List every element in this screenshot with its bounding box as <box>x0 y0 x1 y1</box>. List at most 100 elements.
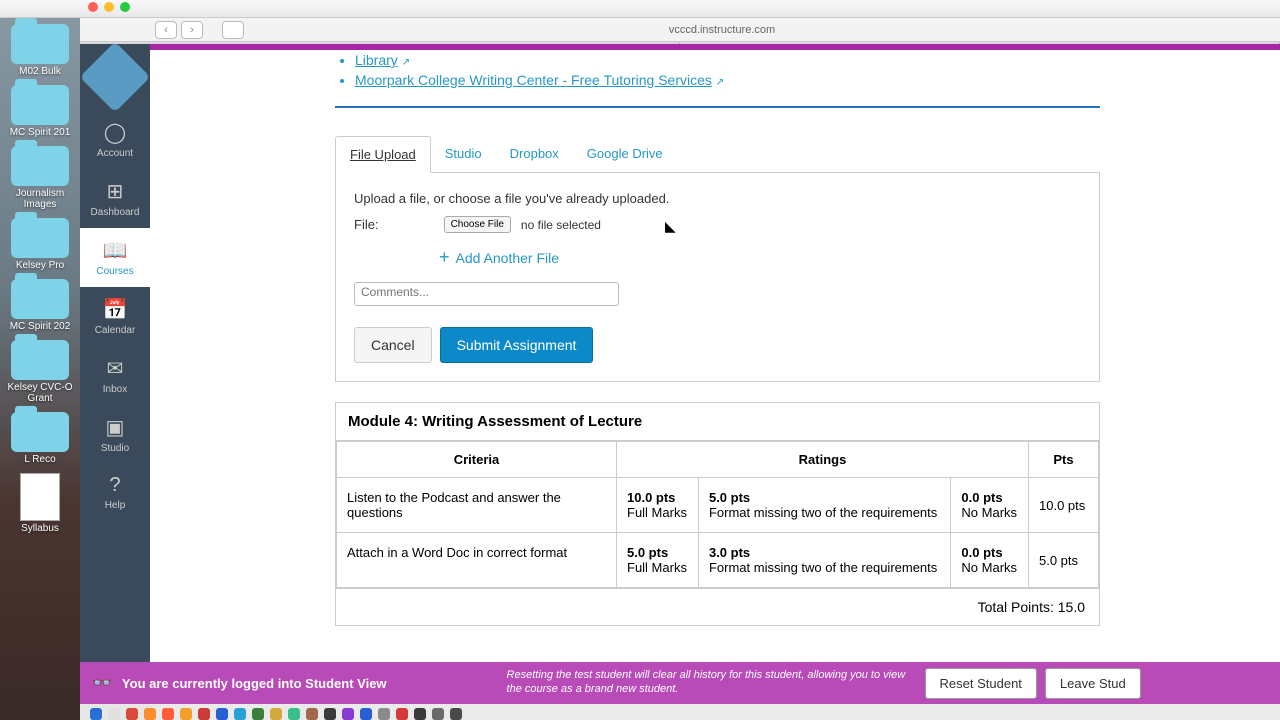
rubric-header: Criteria <box>337 442 617 478</box>
rubric-rating: 0.0 ptsNo Marks <box>951 478 1029 533</box>
upload-panel: Upload a file, or choose a file you've a… <box>335 173 1100 382</box>
nav-help[interactable]: ?Help <box>80 464 150 521</box>
dock-app-icon[interactable] <box>198 708 210 720</box>
dock-app-icon[interactable] <box>126 708 138 720</box>
rubric-criteria: Attach in a Word Doc in correct format <box>337 533 617 588</box>
cancel-button[interactable]: Cancel <box>354 327 432 363</box>
dock-app-icon[interactable] <box>306 708 318 720</box>
dock-app-icon[interactable] <box>144 708 156 720</box>
desktop-folder[interactable] <box>11 146 69 186</box>
student-view-msg: Resetting the test student will clear al… <box>507 669 917 697</box>
back-button[interactable]: ‹ <box>155 21 177 39</box>
dashboard-icon: ⊞ <box>80 179 150 204</box>
dock-app-icon[interactable] <box>270 708 282 720</box>
browser-toolbar: ‹ › vcccd.instructure.com <box>0 18 1280 42</box>
desktop-folder-label: L Reco <box>0 454 80 465</box>
link-writing-center[interactable]: Moorpark College Writing Center - Free T… <box>355 72 712 88</box>
rubric-pts: 10.0 pts <box>1029 478 1099 533</box>
desktop-folder[interactable] <box>11 412 69 452</box>
student-view-bar: 👓 You are currently logged into Student … <box>80 662 1280 704</box>
upload-tabs: File UploadStudioDropboxGoogle Drive <box>335 136 1100 173</box>
add-another-file[interactable]: + Add Another File <box>439 247 1081 268</box>
upload-tab-google-drive[interactable]: Google Drive <box>573 136 677 172</box>
reset-student-button[interactable]: Reset Student <box>925 668 1037 699</box>
rubric-title: Module 4: Writing Assessment of Lecture <box>336 403 1099 441</box>
leave-student-button[interactable]: Leave Stud <box>1045 668 1141 699</box>
dock-app-icon[interactable] <box>360 708 372 720</box>
dock-app-icon[interactable] <box>450 708 462 720</box>
mac-titlebar <box>0 0 1280 18</box>
canvas-logo-icon[interactable] <box>80 42 151 113</box>
file-label: File: <box>354 217 379 232</box>
mac-dock[interactable] <box>80 704 1280 720</box>
maximize-window-icon[interactable] <box>120 2 130 12</box>
rubric-rating: 3.0 ptsFormat missing two of the require… <box>698 533 950 588</box>
rubric: Module 4: Writing Assessment of Lecture … <box>335 402 1100 626</box>
dock-app-icon[interactable] <box>414 708 426 720</box>
nav-courses[interactable]: 📖Courses <box>80 228 150 287</box>
dock-app-icon[interactable] <box>216 708 228 720</box>
desktop-background: M02 BulkMC Spirit 201Journalism ImagesKe… <box>0 0 80 720</box>
studio-icon: ▣ <box>80 415 150 440</box>
main-content: Library ↗ Moorpark College Writing Cente… <box>150 44 1280 720</box>
dock-app-icon[interactable] <box>432 708 444 720</box>
nav-studio[interactable]: ▣Studio <box>80 405 150 464</box>
rubric-criteria: Listen to the Podcast and answer the que… <box>337 478 617 533</box>
desktop-folder-label: Kelsey Pro <box>0 260 80 271</box>
dock-app-icon[interactable] <box>288 708 300 720</box>
account-icon: ◯ <box>80 120 150 145</box>
close-window-icon[interactable] <box>88 2 98 12</box>
student-view-text: You are currently logged into Student Vi… <box>122 676 387 691</box>
nav-inbox[interactable]: ✉Inbox <box>80 346 150 405</box>
upload-tab-dropbox[interactable]: Dropbox <box>496 136 573 172</box>
desktop-doc-icon[interactable] <box>20 473 60 521</box>
url-bar[interactable]: vcccd.instructure.com <box>444 24 1000 36</box>
desktop-folder[interactable] <box>11 279 69 319</box>
rubric-rating: 5.0 ptsFull Marks <box>617 533 699 588</box>
rubric-rating: 5.0 ptsFormat missing two of the require… <box>698 478 950 533</box>
upload-tab-file-upload[interactable]: File Upload <box>335 136 431 173</box>
dock-app-icon[interactable] <box>90 708 102 720</box>
desktop-folder-label: MC Spirit 201 <box>0 127 80 138</box>
divider <box>335 106 1100 108</box>
nav-calendar[interactable]: 📅Calendar <box>80 287 150 346</box>
rubric-total: Total Points: 15.0 <box>336 588 1099 625</box>
desktop-folder[interactable] <box>11 218 69 258</box>
dock-app-icon[interactable] <box>162 708 174 720</box>
desktop-doc-label: Syllabus <box>0 523 80 534</box>
desktop-folder-label: MC Spirit 202 <box>0 321 80 332</box>
plus-icon: + <box>439 247 450 268</box>
nav-dashboard[interactable]: ⊞Dashboard <box>80 169 150 228</box>
dock-app-icon[interactable] <box>342 708 354 720</box>
minimize-window-icon[interactable] <box>104 2 114 12</box>
dock-app-icon[interactable] <box>180 708 192 720</box>
dock-app-icon[interactable] <box>396 708 408 720</box>
dock-app-icon[interactable] <box>108 708 120 720</box>
share-button[interactable] <box>222 21 244 39</box>
desktop-folder[interactable] <box>11 24 69 64</box>
rubric-pts: 5.0 pts <box>1029 533 1099 588</box>
nav-account[interactable]: ◯Account <box>80 110 150 169</box>
choose-file-button[interactable]: Choose File <box>444 216 511 233</box>
rubric-rating: 10.0 ptsFull Marks <box>617 478 699 533</box>
dock-app-icon[interactable] <box>252 708 264 720</box>
desktop-folder[interactable] <box>11 340 69 380</box>
dock-app-icon[interactable] <box>324 708 336 720</box>
desktop-folder-label: Journalism Images <box>0 188 80 210</box>
resource-links: Library ↗ Moorpark College Writing Cente… <box>335 52 1100 88</box>
inbox-icon: ✉ <box>80 356 150 381</box>
desktop-folder-label: Kelsey CVC-O Grant <box>0 382 80 404</box>
comments-input[interactable] <box>354 282 619 306</box>
glasses-icon: 👓 <box>92 673 112 693</box>
help-icon: ? <box>80 474 150 497</box>
upload-tab-studio[interactable]: Studio <box>431 136 496 172</box>
dock-app-icon[interactable] <box>378 708 390 720</box>
rubric-header: Ratings <box>617 442 1029 478</box>
submit-button[interactable]: Submit Assignment <box>440 327 594 363</box>
link-library[interactable]: Library <box>355 52 398 68</box>
dock-app-icon[interactable] <box>234 708 246 720</box>
desktop-folder[interactable] <box>11 85 69 125</box>
rubric-row: Attach in a Word Doc in correct format5.… <box>337 533 1099 588</box>
rubric-header: Pts <box>1029 442 1099 478</box>
forward-button[interactable]: › <box>181 21 203 39</box>
